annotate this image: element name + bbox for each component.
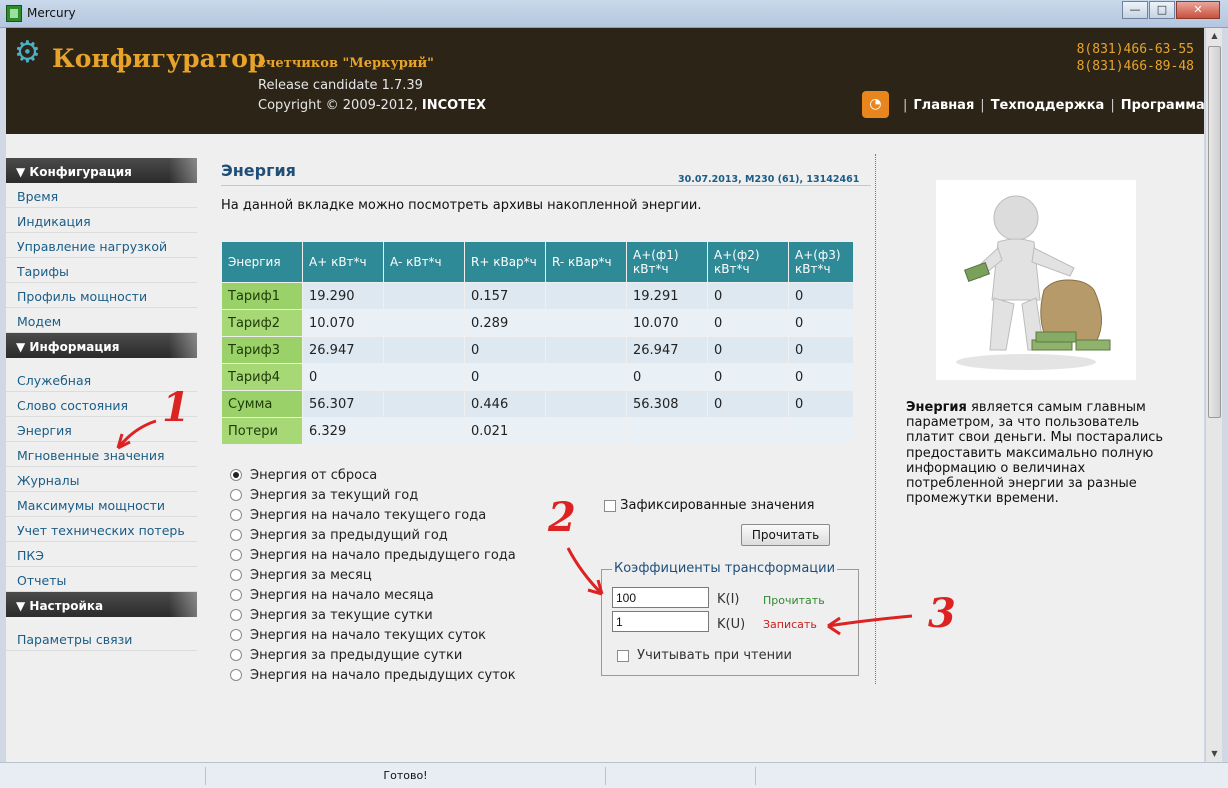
app-icon: [6, 5, 22, 22]
status-bar: Готово!: [0, 762, 1228, 788]
window-title: Mercury: [27, 6, 76, 20]
annotation-2: 2: [548, 494, 576, 541]
maximize-button[interactable]: □: [1149, 1, 1175, 19]
app-client-area: ⚙ Конфигуратор счетчиков "Меркурий" Rele…: [6, 28, 1204, 762]
close-button[interactable]: ✕: [1176, 1, 1220, 19]
window-titlebar: Mercury — □ ✕: [0, 0, 1228, 28]
status-cell: [605, 767, 755, 785]
scroll-down-icon[interactable]: ▼: [1206, 746, 1223, 762]
scrollbar-thumb[interactable]: [1208, 46, 1221, 418]
annotation-3: 3: [928, 590, 956, 637]
minimize-button[interactable]: —: [1122, 1, 1148, 19]
scroll-up-icon[interactable]: ▲: [1206, 28, 1223, 44]
status-text: Готово!: [205, 767, 605, 785]
annotation-1: 1: [162, 384, 190, 431]
status-cell: [755, 767, 905, 785]
vertical-scrollbar[interactable]: ▲ ▼: [1205, 28, 1222, 762]
window-controls: — □ ✕: [1121, 1, 1220, 19]
